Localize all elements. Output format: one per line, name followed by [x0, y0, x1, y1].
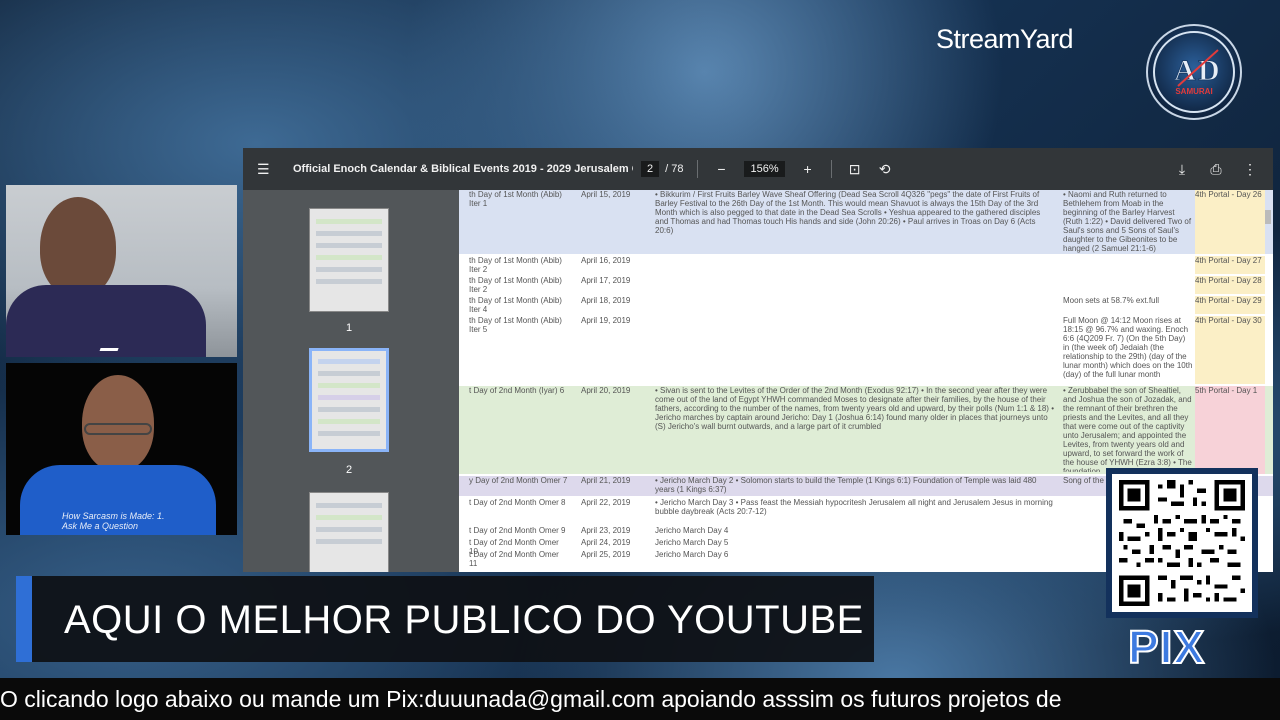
notes-cell: • Zerubbabel the son of Shealtiel, and J… [1063, 386, 1192, 472]
toolbar-divider [830, 160, 832, 178]
events-cell: • Sivan is sent to the Levites of the Or… [655, 386, 1054, 431]
date-cell: April 18, 2019 [581, 296, 631, 305]
pix-label: PIX [1127, 620, 1206, 674]
portal-cell: 4th Portal - Day 30 [1195, 316, 1265, 384]
day-cell: t Day of 2nd Month Omer 11 [469, 550, 559, 568]
current-page-input[interactable]: 2 [641, 161, 660, 177]
date-cell: April 19, 2019 [581, 316, 631, 325]
thumbnail-sidebar: 1 2 [243, 190, 455, 572]
channel-badge: A D SAMURAI [1146, 24, 1242, 120]
day-cell: th Day of 1st Month (Abib) Iter 1 [469, 190, 562, 208]
page-total: / 78 [665, 163, 684, 175]
events-cell: • Bikkurim / First Fruits Barley Wave Sh… [655, 190, 1041, 235]
page-thumbnail-3[interactable] [309, 492, 389, 572]
lower-third-text: AQUI O MELHOR PUBLICO DO YOUTUBE [64, 598, 864, 642]
thumbnail-label: 1 [345, 322, 353, 334]
date-cell: April 17, 2019 [581, 276, 631, 285]
channel-badge-text: SAMURAI [1175, 87, 1212, 96]
swoosh-icon [99, 343, 121, 351]
guest-webcam: How Sarcasm is Made: 1. Ask Me a Questio… [6, 363, 237, 535]
day-cell: t Day of 2nd Month Omer 9 [469, 526, 566, 535]
page-control: 2 / 78 [641, 161, 683, 177]
zoom-in-icon[interactable]: + [799, 161, 817, 177]
events-cell: Jericho March Day 6 [655, 550, 729, 559]
table-row: th Day of 1st Month (Abib) Iter 2 April … [459, 276, 1273, 294]
streamyard-logo: StreamYard [936, 24, 1074, 54]
portal-cell: 4th Portal - Day 27 [1195, 256, 1265, 274]
svg-text:A: A [1174, 54, 1196, 87]
day-cell: t Day of 2nd Month Omer 8 [469, 498, 566, 507]
day-cell: y Day of 2nd Month Omer 7 [469, 476, 568, 485]
table-row: t Day of 2nd Month (Iyar) 6 April 20, 20… [459, 386, 1273, 474]
portal-cell: 4th Portal - Day 28 [1195, 276, 1265, 294]
portal-cell: 4th Portal - Day 29 [1195, 296, 1265, 314]
menu-icon[interactable]: ☰ [257, 161, 279, 178]
zoom-out-icon[interactable]: − [712, 161, 730, 177]
portal-cell: 5th Portal - Day 1 [1195, 386, 1265, 474]
date-cell: April 23, 2019 [581, 526, 631, 535]
host-webcam [6, 185, 237, 357]
samurai-logo-icon: A D SAMURAI [1153, 31, 1235, 113]
table-row: th Day of 1st Month (Abib) Iter 4 April … [459, 296, 1273, 314]
events-cell: Jericho March Day 4 [655, 526, 729, 535]
glasses-icon [84, 423, 152, 435]
download-icon[interactable]: ⤓ [1173, 161, 1191, 178]
date-cell: April 24, 2019 [581, 538, 631, 547]
table-row: th Day of 1st Month (Abib) Iter 1 April … [459, 190, 1273, 254]
day-cell: th Day of 1st Month (Abib) Iter 4 [469, 296, 562, 314]
zoom-input[interactable]: 156% [744, 161, 785, 177]
date-cell: April 20, 2019 [581, 386, 631, 395]
day-cell: th Day of 1st Month (Abib) Iter 2 [469, 276, 562, 294]
more-options-icon[interactable]: ⋮ [1241, 161, 1259, 178]
lower-third-banner: AQUI O MELHOR PUBLICO DO YOUTUBE [16, 576, 874, 662]
date-cell: April 25, 2019 [581, 550, 631, 559]
qr-code-icon [1119, 480, 1245, 606]
day-cell: th Day of 1st Month (Abib) Iter 2 [469, 256, 562, 274]
events-cell: • Jericho March Day 3 • Pass feast the M… [655, 498, 1053, 516]
print-icon[interactable]: ⎙ [1207, 161, 1225, 178]
fit-page-icon[interactable]: ⊡ [846, 161, 864, 178]
table-row: th Day of 1st Month (Abib) Iter 5 April … [459, 316, 1273, 384]
document-title: Official Enoch Calendar & Biblical Event… [293, 163, 633, 175]
ticker-text: O clicando logo abaixo ou mande um Pix:d… [0, 686, 1062, 712]
table-row: th Day of 1st Month (Abib) Iter 2 April … [459, 256, 1273, 274]
notes-cell: • Naomi and Ruth returned to Bethlehem f… [1063, 190, 1192, 253]
pdf-toolbar: ☰ Official Enoch Calendar & Biblical Eve… [243, 148, 1273, 190]
date-cell: April 15, 2019 [581, 190, 631, 199]
day-cell: th Day of 1st Month (Abib) Iter 5 [469, 316, 562, 334]
notes-cell: Moon sets at 58.7% ext.full [1063, 296, 1160, 305]
notes-cell: Full Moon @ 14:12 Moon rises at 18:15 @ … [1063, 316, 1193, 379]
page-thumbnail-1[interactable] [309, 208, 389, 312]
date-cell: April 21, 2019 [581, 476, 631, 485]
thumbnail-label: 2 [345, 464, 353, 476]
day-cell: t Day of 2nd Month (Iyar) 6 [469, 386, 565, 395]
vertical-scrollbar[interactable] [1265, 210, 1271, 224]
zoom-control: − 156% + [712, 161, 816, 177]
qr-code-card [1106, 468, 1258, 618]
events-cell: • Jericho March Day 2 • Solomon starts t… [655, 476, 1037, 494]
page-thumbnail-2[interactable] [309, 348, 389, 452]
events-cell: Jericho March Day 5 [655, 538, 729, 547]
rotate-icon[interactable]: ⟲ [876, 161, 894, 178]
ticker-bar: O clicando logo abaixo ou mande um Pix:d… [0, 678, 1280, 720]
portal-cell: 4th Portal - Day 26 [1195, 190, 1265, 254]
date-cell: April 16, 2019 [581, 256, 631, 265]
date-cell: April 22, 2019 [581, 498, 631, 507]
host-head [40, 197, 116, 297]
shirt-text: How Sarcasm is Made: 1. Ask Me a Questio… [62, 511, 165, 531]
toolbar-divider [697, 160, 699, 178]
